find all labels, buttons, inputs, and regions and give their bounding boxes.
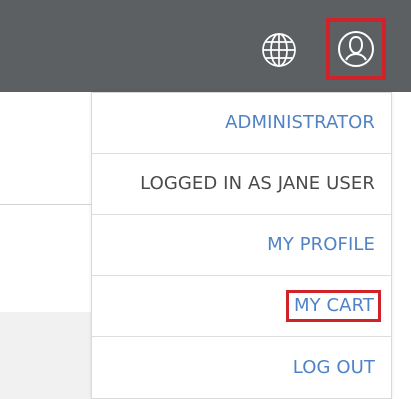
language-button[interactable] xyxy=(252,25,306,75)
menu-item-administrator-label: ADMINISTRATOR xyxy=(225,112,375,133)
content-gray-area xyxy=(0,312,92,399)
menu-item-logged-in-status: LOGGED IN AS JANE USER xyxy=(92,154,391,215)
menu-item-my-cart[interactable]: MY CART xyxy=(92,276,391,337)
my-cart-highlight-box: MY CART xyxy=(285,290,381,322)
user-circle-icon xyxy=(338,31,374,67)
top-navigation-bar xyxy=(0,0,411,92)
user-dropdown-menu: ADMINISTRATOR LOGGED IN AS JANE USER MY … xyxy=(91,92,392,399)
globe-icon xyxy=(262,33,296,67)
menu-item-log-out-label: LOG OUT xyxy=(292,356,375,378)
user-menu-button[interactable] xyxy=(326,18,386,80)
menu-item-my-profile-label: MY PROFILE xyxy=(267,234,375,255)
content-divider xyxy=(0,204,92,205)
menu-item-my-profile[interactable]: MY PROFILE xyxy=(92,215,391,276)
menu-item-logged-in-status-label: LOGGED IN AS JANE USER xyxy=(140,173,375,194)
menu-item-administrator[interactable]: ADMINISTRATOR xyxy=(92,93,391,154)
menu-item-my-cart-label: MY CART xyxy=(293,295,374,316)
menu-item-log-out[interactable]: LOG OUT xyxy=(92,337,391,398)
